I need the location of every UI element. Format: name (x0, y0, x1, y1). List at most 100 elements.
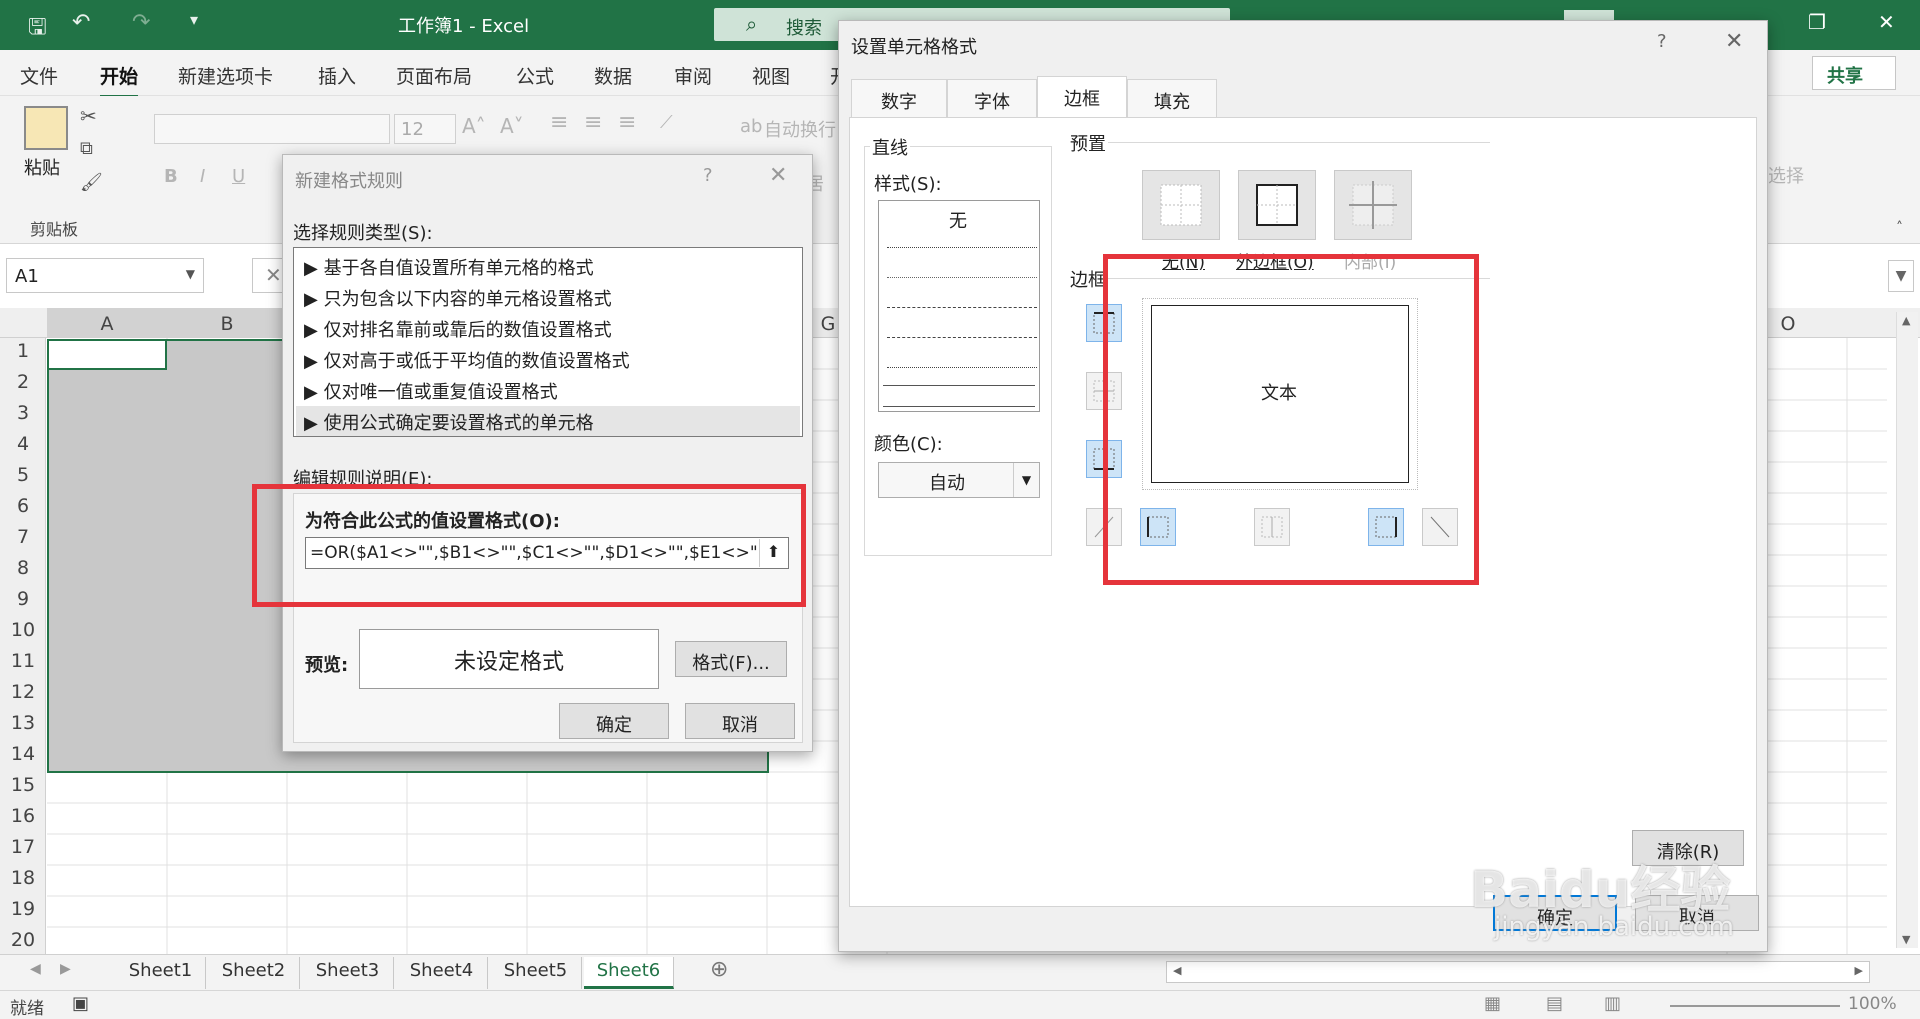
row-header[interactable]: 11 (0, 650, 46, 672)
line-style-option[interactable] (887, 247, 1037, 248)
line-style-option[interactable] (887, 277, 1037, 278)
row-header[interactable]: 20 (0, 929, 46, 951)
tab-file[interactable]: 文件 (20, 62, 58, 89)
row-header[interactable]: 10 (0, 619, 46, 641)
vertical-scrollbar[interactable]: ▲ ▼ (1896, 312, 1918, 948)
line-style-option-double[interactable] (883, 385, 1035, 407)
wrap-text-icon[interactable]: ab (740, 116, 762, 137)
customize-qat-icon[interactable]: ▾ (190, 10, 198, 29)
horizontal-scrollbar[interactable]: ◀ ▶ (1166, 961, 1870, 983)
page-break-icon[interactable]: ▥ (1604, 993, 1621, 1014)
list-item[interactable]: ▶ 仅对高于或低于平均值的数值设置格式 (304, 347, 630, 373)
preset-inside-button[interactable] (1334, 170, 1412, 240)
sheet-tab[interactable]: Sheet3 (302, 957, 394, 989)
save-icon[interactable]: 🖫 (28, 10, 47, 48)
wrap-text-label[interactable]: 自动换行 (764, 116, 836, 142)
share-button[interactable]: 共享 (1812, 56, 1896, 90)
row-header[interactable]: 19 (0, 898, 46, 920)
preset-none-button[interactable] (1142, 170, 1220, 240)
active-cell-a1[interactable] (47, 339, 167, 370)
grow-font-icon[interactable]: A˄ (462, 114, 486, 138)
macro-record-icon[interactable]: ▣ (72, 993, 89, 1014)
tab-data[interactable]: 数据 (594, 62, 632, 89)
tab-fill[interactable]: 填充 (1127, 79, 1217, 117)
preset-outline-button[interactable] (1238, 170, 1316, 240)
close-icon[interactable]: ✕ (1725, 29, 1743, 54)
line-style-option[interactable] (887, 367, 1037, 368)
collapse-ribbon-icon[interactable]: ˄ (1896, 220, 1903, 236)
scroll-down-icon[interactable]: ▼ (1902, 933, 1910, 946)
format-painter-icon[interactable]: 🖌 (80, 172, 103, 193)
tab-font[interactable]: 字体 (947, 79, 1037, 117)
zoom-level[interactable]: 100% (1848, 994, 1897, 1014)
next-sheet-icon[interactable]: ▶ (60, 961, 71, 977)
list-item[interactable]: ▶ 仅对排名靠前或靠后的数值设置格式 (304, 316, 612, 342)
line-style-option[interactable] (887, 337, 1037, 338)
sheet-tab[interactable]: Sheet2 (208, 957, 300, 989)
cut-icon[interactable]: ✂ (80, 104, 97, 128)
row-header[interactable]: 16 (0, 805, 46, 827)
select-label[interactable]: 选择 (1768, 162, 1804, 188)
row-header[interactable]: 4 (0, 433, 46, 455)
row-header[interactable]: 14 (0, 743, 46, 765)
add-sheet-icon[interactable]: ⊕ (710, 957, 728, 982)
sheet-tab[interactable]: Sheet5 (490, 957, 582, 989)
list-item[interactable]: ▶ 基于各自值设置所有单元格的格式 (304, 254, 594, 280)
name-box[interactable]: A1 ▼ (6, 258, 204, 293)
align-top-icon[interactable]: ≡ (550, 110, 568, 135)
paste-icon[interactable] (24, 106, 68, 150)
list-item[interactable]: ▶ 只为包含以下内容的单元格设置格式 (304, 285, 612, 311)
column-header-b[interactable]: B (167, 313, 287, 335)
sheet-tab[interactable]: Sheet1 (116, 957, 206, 989)
row-header[interactable]: 8 (0, 557, 46, 579)
scroll-up-icon[interactable]: ▲ (1902, 314, 1910, 327)
format-button[interactable]: 格式(F)... (675, 641, 787, 677)
scroll-right-icon[interactable]: ▶ (1855, 964, 1863, 977)
row-header[interactable]: 7 (0, 526, 46, 548)
row-header[interactable]: 2 (0, 371, 46, 393)
redo-icon[interactable]: ↷ (132, 10, 150, 35)
rule-type-list[interactable]: ▶ 基于各自值设置所有单元格的格式 ▶ 只为包含以下内容的单元格设置格式 ▶ 仅… (293, 247, 803, 437)
row-header[interactable]: 13 (0, 712, 46, 734)
undo-icon[interactable]: ↶ (72, 10, 90, 35)
underline-icon[interactable]: U (232, 166, 245, 187)
tab-formulas[interactable]: 公式 (516, 62, 554, 89)
row-header[interactable]: 9 (0, 588, 46, 610)
prev-sheet-icon[interactable]: ◀ (30, 961, 41, 977)
list-item[interactable]: ▶ 仅对唯一值或重复值设置格式 (304, 378, 558, 404)
row-header[interactable]: 18 (0, 867, 46, 889)
scroll-left-icon[interactable]: ◀ (1173, 964, 1181, 977)
line-style-list[interactable]: 无 (878, 200, 1040, 412)
row-header[interactable]: 12 (0, 681, 46, 703)
row-header[interactable]: 6 (0, 495, 46, 517)
tab-number[interactable]: 数字 (851, 79, 947, 117)
normal-view-icon[interactable]: ▦ (1484, 993, 1501, 1014)
cancel-button[interactable]: 取消 (685, 703, 795, 739)
sheet-tab[interactable]: Sheet4 (396, 957, 488, 989)
tab-border[interactable]: 边框 (1037, 76, 1127, 118)
zoom-slider[interactable] (1670, 1005, 1840, 1007)
help-icon[interactable]: ? (1657, 31, 1667, 52)
tab-view[interactable]: 视图 (752, 62, 790, 89)
row-header[interactable]: 5 (0, 464, 46, 486)
tab-insert[interactable]: 插入 (318, 62, 356, 89)
page-layout-icon[interactable]: ▤ (1546, 993, 1563, 1014)
line-style-option[interactable] (887, 307, 1037, 308)
tab-new[interactable]: 新建选项卡 (178, 62, 273, 89)
expand-formula-bar-icon[interactable]: ▼ (1888, 260, 1914, 292)
bold-icon[interactable]: B (164, 166, 178, 187)
column-header-a[interactable]: A (47, 313, 167, 335)
align-bottom-icon[interactable]: ≡ (618, 110, 636, 135)
tab-review[interactable]: 审阅 (674, 62, 712, 89)
font-size-combo[interactable]: 12 (394, 114, 456, 144)
shrink-font-icon[interactable]: A˅ (500, 114, 524, 138)
list-item-selected[interactable]: ▶ 使用公式确定要设置格式的单元格 (304, 409, 594, 435)
orientation-icon[interactable]: ⟋ (660, 112, 673, 133)
close-icon[interactable]: ✕ (769, 163, 787, 188)
tab-home[interactable]: 开始 (100, 62, 139, 98)
align-middle-icon[interactable]: ≡ (584, 110, 602, 135)
italic-icon[interactable]: I (200, 166, 205, 187)
row-header[interactable]: 3 (0, 402, 46, 424)
color-select[interactable]: 自动 ▼ (878, 462, 1040, 498)
sheet-tab-active[interactable]: Sheet6 (584, 957, 674, 989)
